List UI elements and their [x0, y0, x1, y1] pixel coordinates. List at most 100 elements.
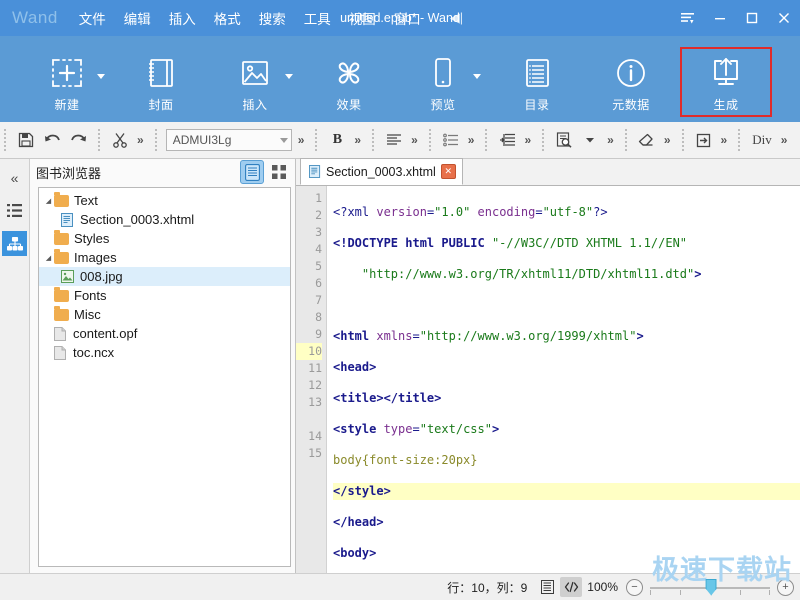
- tree-icon[interactable]: [2, 231, 27, 256]
- tree-item-section-0003[interactable]: Section_0003.xhtml: [39, 210, 290, 229]
- ribbon-button-generate[interactable]: 生成: [680, 47, 772, 117]
- slider-handle[interactable]: [705, 578, 717, 596]
- eraser-icon[interactable]: [634, 128, 660, 152]
- toolbar-overflow-icon[interactable]: »: [717, 133, 732, 147]
- indent-icon[interactable]: [494, 128, 520, 152]
- ribbon-button-toc[interactable]: 目录: [492, 47, 582, 117]
- left-arrow-icon[interactable]: ◀|: [444, 8, 469, 28]
- tree-item-images-folder[interactable]: ◢ Images: [39, 248, 290, 267]
- menu-item-insert[interactable]: 插入: [160, 2, 205, 34]
- folder-icon: [54, 229, 69, 245]
- chevron-down-icon[interactable]: [577, 128, 603, 152]
- list-view-icon[interactable]: [240, 160, 264, 184]
- tree-item-label: Text: [74, 193, 98, 208]
- menu-item-edit[interactable]: 编辑: [115, 2, 160, 34]
- code-line-6: <head>: [333, 360, 377, 374]
- bullet-list-icon[interactable]: [438, 128, 464, 152]
- ribbon-button-preview[interactable]: 预览: [398, 47, 488, 117]
- menu-item-view[interactable]: 视图: [340, 2, 385, 34]
- zoom-level: 100%: [587, 580, 618, 594]
- ribbon-button-insert[interactable]: 插入: [210, 47, 300, 117]
- tree-item-toc-ncx[interactable]: toc.ncx: [39, 343, 290, 362]
- minimize-button[interactable]: [704, 0, 736, 36]
- menu-item-search[interactable]: 搜索: [250, 2, 295, 34]
- folder-icon: [54, 305, 69, 321]
- xhtml-file-icon: [61, 212, 74, 227]
- bold-button[interactable]: B: [324, 128, 350, 152]
- grid-view-icon[interactable]: [267, 160, 291, 184]
- line-number-gutter: 1 2 3 4 5 6 7 8 9 10 11 12 13 14 15: [296, 186, 327, 573]
- close-button[interactable]: [768, 0, 800, 36]
- ribbon-button-cover[interactable]: 封面: [116, 47, 206, 117]
- zoom-out-button[interactable]: −: [626, 578, 643, 596]
- menu-list-icon[interactable]: [672, 0, 704, 36]
- code-view-icon[interactable]: [560, 577, 583, 597]
- align-left-icon[interactable]: [381, 128, 407, 152]
- list-icon[interactable]: [2, 198, 27, 223]
- code-line-8: <style type="text/css">: [333, 422, 500, 436]
- maximize-button[interactable]: [736, 0, 768, 36]
- generate-export-icon: [708, 52, 744, 94]
- code-area[interactable]: 1 2 3 4 5 6 7 8 9 10 11 12 13 14 15 <?xm…: [296, 186, 800, 573]
- zoom-in-button[interactable]: +: [777, 578, 794, 596]
- toolbar-overflow-icon[interactable]: »: [294, 133, 309, 147]
- div-button[interactable]: Div: [747, 132, 777, 148]
- redo-icon[interactable]: [65, 128, 91, 152]
- menu-item-tools[interactable]: 工具: [295, 2, 340, 34]
- folder-icon: [54, 286, 69, 302]
- tree-item-fonts-folder[interactable]: Fonts: [39, 286, 290, 305]
- chevron-down-icon[interactable]: [285, 74, 293, 79]
- zoom-slider[interactable]: [650, 578, 770, 596]
- menu-item-file[interactable]: 文件: [70, 2, 115, 34]
- folder-icon: [54, 248, 69, 264]
- expander-icon[interactable]: ◢: [43, 197, 54, 205]
- find-replace-icon[interactable]: [551, 128, 577, 152]
- editor-tab-section-0003[interactable]: Section_0003.xhtml ✕: [300, 158, 463, 185]
- ribbon-button-effects[interactable]: 效果: [304, 47, 394, 117]
- folder-icon: [54, 191, 69, 207]
- cut-icon[interactable]: [107, 128, 133, 152]
- book-view-icon[interactable]: [536, 577, 558, 597]
- tree-item-misc-folder[interactable]: Misc: [39, 305, 290, 324]
- toolbar-overflow-icon[interactable]: »: [350, 133, 365, 147]
- status-bar: 极速下载站 行：10，列：9 100% − +: [0, 555, 800, 600]
- collapse-panel-icon[interactable]: «: [2, 165, 27, 190]
- tree-item-content-opf[interactable]: content.opf: [39, 324, 290, 343]
- toolbar-separator: [154, 129, 157, 151]
- image-file-icon: [61, 269, 74, 284]
- close-icon[interactable]: ✕: [440, 164, 456, 179]
- tree-item-008-jpg[interactable]: 008.jpg: [39, 267, 290, 286]
- toolbar-overflow-icon[interactable]: »: [660, 133, 675, 147]
- chevron-down-icon[interactable]: [97, 74, 105, 79]
- toolbar-overflow-icon[interactable]: »: [603, 133, 618, 147]
- xhtml-file-icon: [309, 165, 321, 178]
- code-line-7: <title></title>: [333, 391, 442, 405]
- tree-item-styles-folder[interactable]: Styles: [39, 229, 290, 248]
- title-bar: Wand 文件 编辑 插入 格式 搜索 工具 视图 窗口 ◀| untitled…: [0, 0, 800, 36]
- toolbar-separator: [428, 129, 431, 151]
- chevron-down-icon[interactable]: [473, 74, 481, 79]
- generic-file-icon: [54, 345, 67, 360]
- undo-icon[interactable]: [39, 128, 65, 152]
- toolbar-overflow-icon[interactable]: »: [407, 133, 422, 147]
- toolbar-overflow-icon[interactable]: »: [520, 133, 535, 147]
- menu-item-format[interactable]: 格式: [205, 2, 250, 34]
- ribbon-button-metadata[interactable]: 元数据: [586, 47, 676, 117]
- toc-icon: [519, 52, 555, 94]
- menu-item-window[interactable]: 窗口: [385, 2, 430, 34]
- toolbar-overflow-icon[interactable]: »: [777, 133, 792, 147]
- code-text[interactable]: <?xml version="1.0" encoding="utf-8"?> <…: [327, 186, 800, 573]
- ribbon-button-new[interactable]: 新建: [22, 47, 112, 117]
- tree-item-text-folder[interactable]: ◢ Text: [39, 191, 290, 210]
- font-name-select[interactable]: ADMUI3Lg: [165, 129, 292, 151]
- slider-tick: [680, 589, 681, 595]
- toolbar-overflow-icon[interactable]: »: [133, 133, 148, 147]
- toolbar-overflow-icon[interactable]: »: [464, 133, 479, 147]
- insert-tag-icon[interactable]: [691, 128, 717, 152]
- expander-icon[interactable]: ◢: [43, 254, 54, 262]
- book-file-tree[interactable]: ◢ Text Section_0003.xhtml Styles ◢ Image…: [38, 187, 291, 567]
- code-line-10: </style>: [333, 483, 800, 500]
- ribbon-toolbar: 新建 封面 插入 效果 预览 目录 元数据 生成: [0, 36, 800, 122]
- save-icon[interactable]: [13, 128, 39, 152]
- toolbar-separator: [4, 129, 6, 151]
